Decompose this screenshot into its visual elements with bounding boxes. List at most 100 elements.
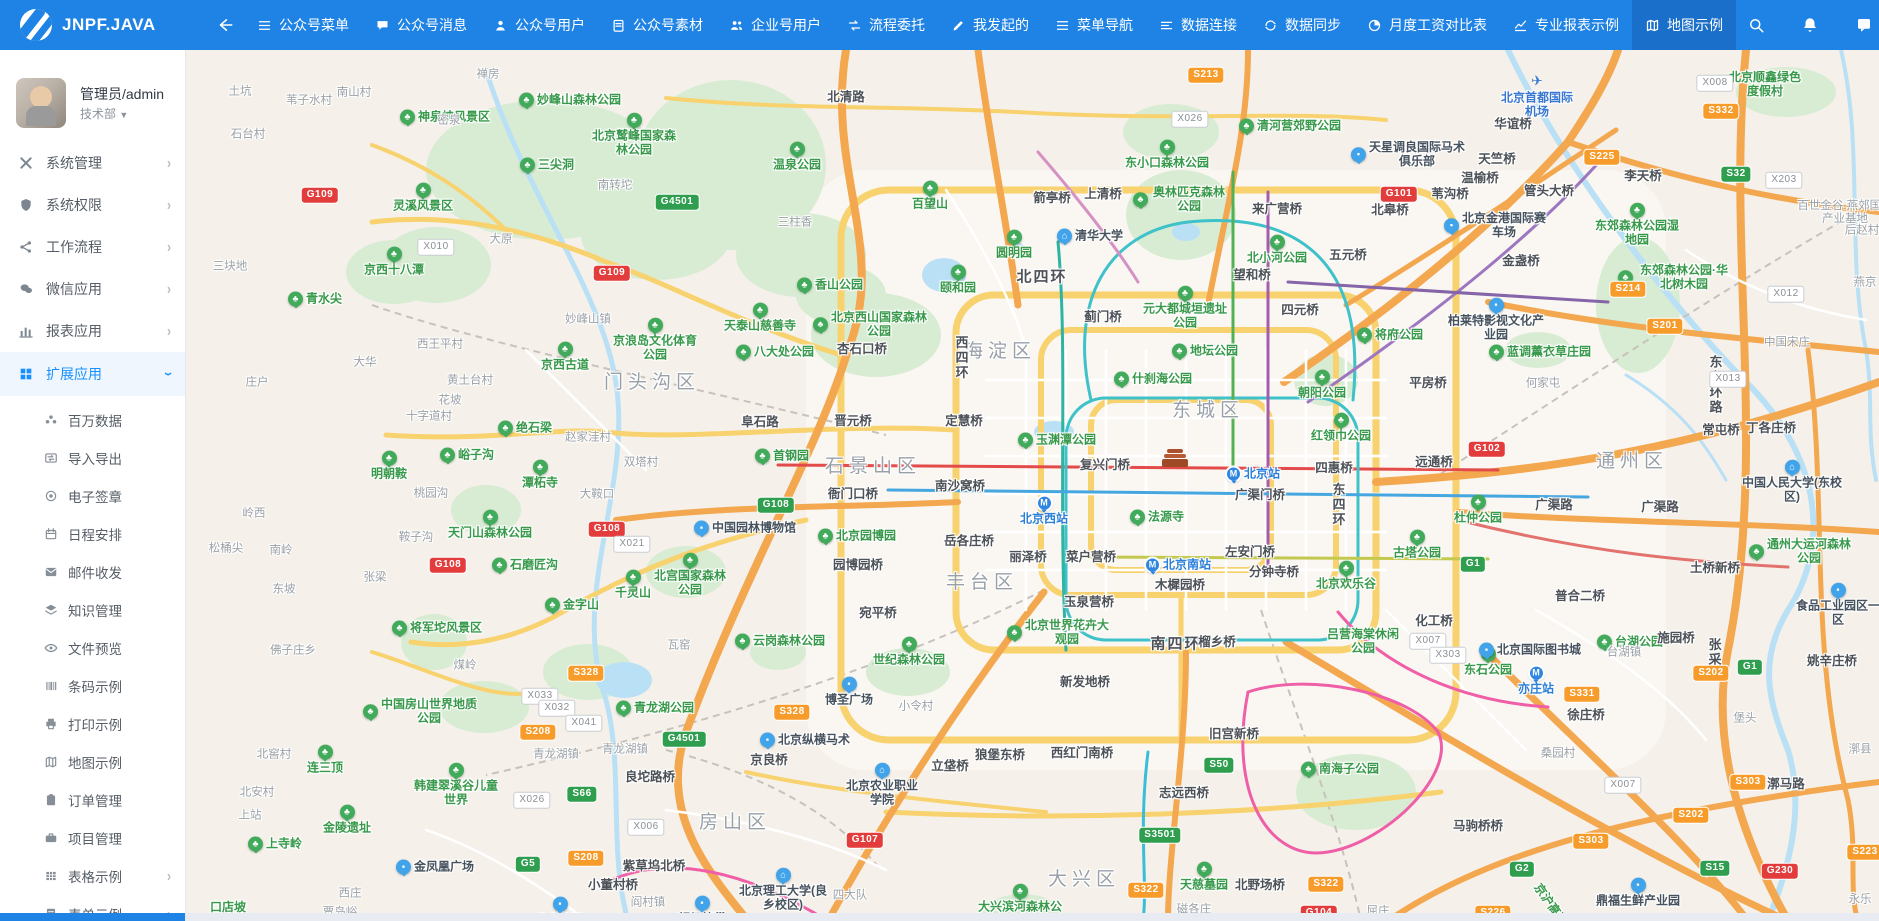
park-marker[interactable]: ♣ 地坛公园 <box>1171 343 1238 361</box>
park-marker[interactable]: ♣ 北京西山国家森林公园 <box>813 310 927 339</box>
sidebar-item-4[interactable]: 报表应用 › <box>0 310 185 352</box>
park-marker[interactable]: ♣ 东小口森林公园 <box>1125 139 1209 171</box>
park-marker[interactable]: ♣ 上寺岭 <box>247 836 302 854</box>
sidebar-subitem-3[interactable]: 日程安排 <box>0 515 185 553</box>
search-button[interactable] <box>1736 0 1776 50</box>
park-marker[interactable]: ♣ 京西古道 <box>541 341 589 373</box>
park-marker[interactable]: ♣ 北京世界花卉大观园 <box>1007 618 1109 647</box>
park-marker[interactable]: ♣ 百望山 <box>912 180 948 212</box>
poi-marker[interactable]: ▪ 鼎福生鲜产业园 <box>1596 877 1680 909</box>
park-marker[interactable]: ♣ 韩建翠溪谷儿童世界 <box>414 762 498 808</box>
park-marker[interactable]: ♣ 绝石梁 <box>497 420 552 438</box>
sidebar-subitem-12[interactable]: 表格示例 › <box>0 857 185 895</box>
park-marker[interactable]: ♣ 古塔公园 <box>1393 529 1441 561</box>
park-marker[interactable]: ♣ 石磨匠沟 <box>491 557 558 575</box>
park-marker[interactable]: ♣ 朝阳公园 <box>1298 369 1346 401</box>
top-tab-11[interactable]: 专业报表示例 <box>1500 0 1632 50</box>
park-marker[interactable]: ♣ 北京鹫峰国家森林公园 <box>590 112 678 158</box>
sidebar-item-2[interactable]: 工作流程 › <box>0 226 185 268</box>
park-marker[interactable]: ♣ 金字山 <box>544 597 599 615</box>
park-marker[interactable]: ♣ 温泉公园 <box>773 141 821 173</box>
park-marker[interactable]: ♣ 红领巾公园 <box>1311 412 1371 444</box>
poi-marker[interactable]: ▪ 北京纵横马术 <box>759 732 850 750</box>
park-marker[interactable]: ♣ 颐和园 <box>940 264 976 296</box>
park-marker[interactable]: ♣ 杜仲公园 <box>1454 494 1502 526</box>
park-marker[interactable]: ♣ 妙峰山森林公园 <box>518 92 621 110</box>
sidebar-subitem-4[interactable]: 邮件收发 <box>0 553 185 591</box>
park-marker[interactable]: ♣ 首钢园 <box>754 448 809 466</box>
park-marker[interactable]: ♣ 潭柘寺 <box>522 459 558 491</box>
top-tab-0[interactable]: 公众号菜单 <box>244 0 362 50</box>
top-tab-7[interactable]: 菜单导航 <box>1042 0 1146 50</box>
sidebar-subitem-2[interactable]: 电子签章 <box>0 477 185 515</box>
school-marker[interactable]: ⌂ 北京理工大学(良乡校区) <box>735 867 831 913</box>
top-tab-4[interactable]: 企业号用户 <box>716 0 834 50</box>
park-marker[interactable]: ♣ 北京欢乐谷 <box>1316 560 1376 592</box>
brand[interactable]: JNPF.JAVA <box>0 9 186 41</box>
sidebar-subitem-5[interactable]: 知识管理 <box>0 591 185 629</box>
poi-marker[interactable]: ▪ 天星调良国际马术俱乐部 <box>1351 140 1465 169</box>
park-marker[interactable]: ♣ 东郊森林公园湿地园 <box>1595 202 1679 248</box>
park-marker[interactable]: ♣ 八大处公园 <box>735 344 814 362</box>
poi-marker[interactable]: ▪ 食品工业园区一区 <box>1796 582 1879 628</box>
back-button[interactable] <box>186 0 244 50</box>
park-marker[interactable]: ♣ 天泰山慈善寺 <box>724 302 796 334</box>
school-marker[interactable]: ⌂ 北京农业职业学院 <box>846 762 918 808</box>
avatar[interactable] <box>16 78 66 128</box>
school-marker[interactable]: ⌂ 清华大学 <box>1056 228 1123 246</box>
park-marker[interactable]: ♣ 圆明园 <box>996 229 1032 261</box>
park-marker[interactable]: ♣ 北宫国家森林公园 <box>654 552 726 598</box>
park-marker[interactable]: ♣ 世纪森林公园 <box>873 636 945 668</box>
school-marker[interactable]: ⌂ 中国人民大学(东校区) <box>1742 459 1842 505</box>
poi-marker[interactable]: ▪ 北京金港国际赛车场 <box>1444 211 1546 240</box>
poi-marker[interactable]: ▪ 北京国际图书城 <box>1478 642 1581 660</box>
park-marker[interactable]: ♣ 连三顶 <box>307 744 343 776</box>
park-marker[interactable]: ♣ 奥林匹克森林公园 <box>1133 185 1227 214</box>
top-tab-12[interactable]: 地图示例 <box>1632 0 1736 50</box>
comment-button[interactable] <box>1844 0 1879 50</box>
park-marker[interactable]: ♣ 金陵遗址 <box>323 804 371 836</box>
park-marker[interactable]: ♣ 青水尖 <box>287 291 342 309</box>
top-tab-3[interactable]: 公众号素材 <box>598 0 716 50</box>
sidebar-subitem-9[interactable]: 地图示例 <box>0 743 185 781</box>
park-marker[interactable]: ♣ 南海子公园 <box>1300 761 1379 779</box>
park-marker[interactable]: ♣ 云岗森林公园 <box>734 633 825 651</box>
park-marker[interactable]: ♣ 清河营郊野公园 <box>1238 118 1341 136</box>
park-marker[interactable]: ♣ 将军坨风景区 <box>391 620 482 638</box>
sidebar-subitem-11[interactable]: 项目管理 <box>0 819 185 857</box>
sidebar-subitem-1[interactable]: 导入导出 <box>0 439 185 477</box>
park-marker[interactable]: ♣ 京西十八潭 <box>364 246 424 278</box>
station-marker[interactable]: M 北京西站 <box>1020 494 1068 527</box>
poi-marker[interactable]: ▪ 博圣广场 <box>825 676 873 708</box>
top-tab-2[interactable]: 公众号用户 <box>480 0 598 50</box>
park-marker[interactable]: ♣ 天门山森林公园 <box>448 509 532 541</box>
park-marker[interactable]: ♣ 将府公园 <box>1356 327 1423 345</box>
sidebar-subitem-8[interactable]: 打印示例 <box>0 705 185 743</box>
park-marker[interactable]: ♣ 天慈墓园 <box>1180 861 1228 893</box>
station-marker[interactable]: M 北京站 <box>1224 465 1280 484</box>
park-marker[interactable]: ♣ 千灵山 <box>615 569 651 601</box>
park-marker[interactable]: ♣ 峪子沟 <box>439 447 494 465</box>
poi-marker[interactable]: ▪ 柏莱特影视文化产业园 <box>1448 297 1544 343</box>
top-tab-1[interactable]: 公众号消息 <box>362 0 480 50</box>
park-marker[interactable]: ♣ 中国房山世界地质公园 <box>363 697 477 726</box>
park-marker[interactable]: ♣ 蓝调薰衣草庄园 <box>1488 344 1591 362</box>
top-tab-8[interactable]: 数据连接 <box>1146 0 1250 50</box>
park-marker[interactable]: ♣ 京浪岛文化体育公园 <box>613 317 697 363</box>
park-marker[interactable]: ♣ 北京园博园 <box>817 528 896 546</box>
sidebar-subitem-7[interactable]: 条码示例 <box>0 667 185 705</box>
park-marker[interactable]: ♣ 通州大运河森林公园 <box>1749 537 1851 566</box>
top-tab-5[interactable]: 流程委托 <box>834 0 938 50</box>
sidebar-item-3[interactable]: 微信应用 › <box>0 268 185 310</box>
park-marker[interactable]: ♣ 三尖洞 <box>519 157 574 175</box>
top-tab-9[interactable]: 数据同步 <box>1250 0 1354 50</box>
sidebar-item-0[interactable]: 系统管理 › <box>0 142 185 184</box>
sidebar-subitem-6[interactable]: 文件预览 <box>0 629 185 667</box>
park-marker[interactable]: ♣ 青龙湖公园 <box>615 700 694 718</box>
sidebar-subitem-0[interactable]: 百万数据 <box>0 401 185 439</box>
park-marker[interactable]: ♣ 灵溪风景区 <box>393 182 453 214</box>
station-marker[interactable]: M 北京南站 <box>1143 556 1211 575</box>
bell-button[interactable] <box>1790 0 1830 50</box>
top-tab-10[interactable]: 月度工资对比表 <box>1354 0 1500 50</box>
park-marker[interactable]: ♣ 元大都城垣遗址公园 <box>1143 285 1227 331</box>
